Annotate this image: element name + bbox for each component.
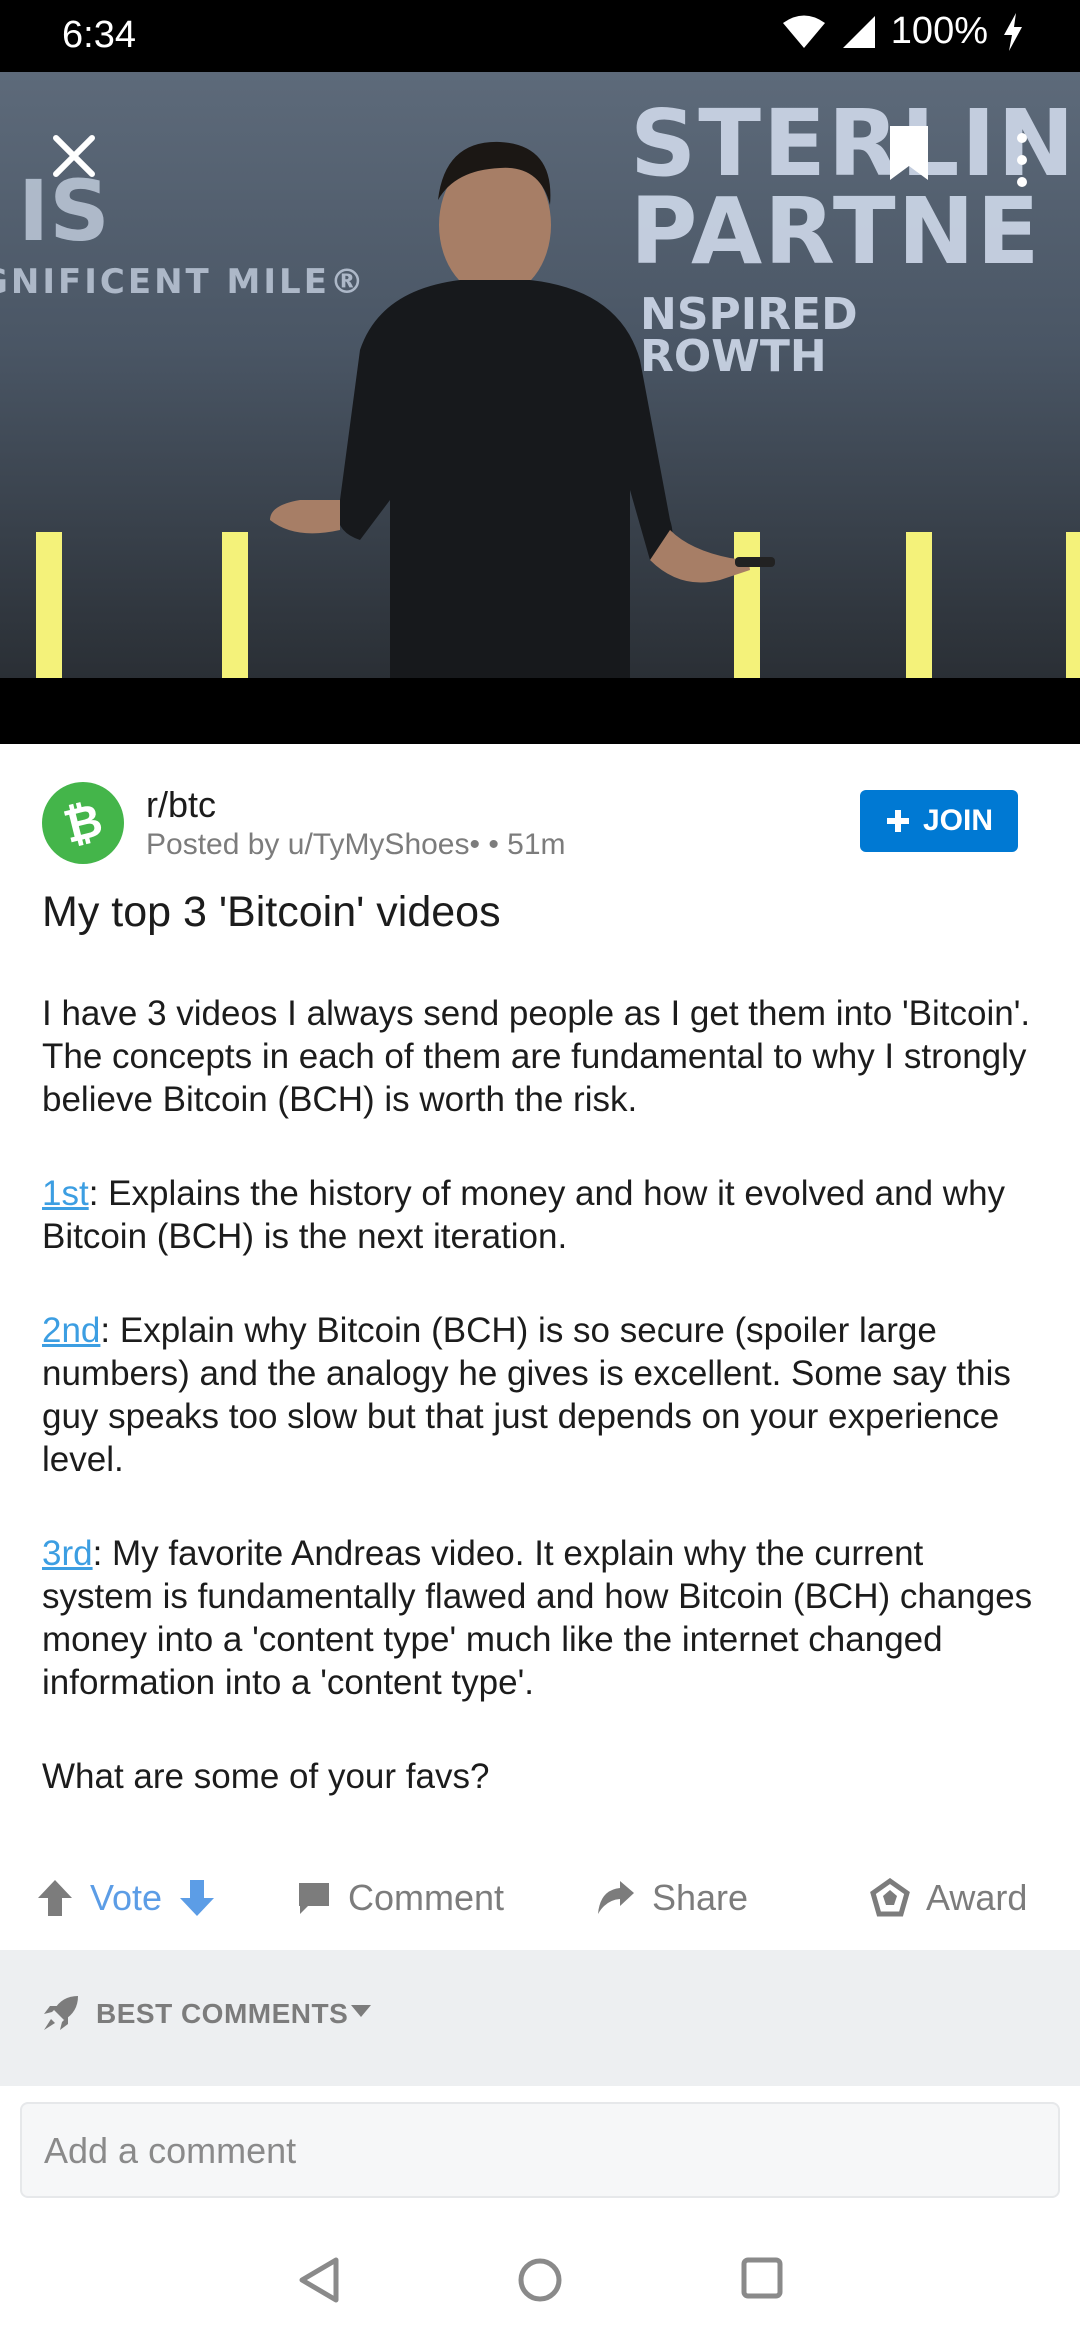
wifi-icon	[782, 15, 825, 48]
video-player[interactable]: STERLIN PARTNE NSPIRED ROWTH IS GNIFICEN…	[0, 72, 1080, 744]
post-item-1: 1st: Explains the history of money and h…	[42, 1172, 1042, 1258]
stage-light	[1066, 532, 1080, 678]
video-link-2[interactable]: 2nd	[42, 1311, 100, 1350]
add-comment-input[interactable]: Add a comment	[20, 2102, 1060, 2198]
join-button[interactable]: JOIN	[860, 790, 1018, 852]
chevron-down-icon[interactable]	[350, 2004, 372, 2018]
stage-light	[36, 532, 62, 678]
video-link-3[interactable]: 3rd	[42, 1534, 93, 1573]
sort-label[interactable]: BEST COMMENTS	[96, 1998, 348, 2030]
comment-icon	[299, 1883, 329, 1914]
comment-button[interactable]: Comment	[296, 1852, 504, 1944]
subreddit-name[interactable]: r/btc	[146, 784, 216, 826]
comment-sort-bar[interactable]: BEST COMMENTS	[0, 1950, 1080, 2086]
post-item-text: : Explains the history of money and how …	[42, 1174, 1006, 1256]
home-icon[interactable]	[516, 2256, 564, 2304]
subreddit-avatar[interactable]: ₿	[42, 782, 124, 864]
back-icon[interactable]	[296, 2256, 340, 2304]
speaker-figure	[270, 141, 775, 678]
join-label: JOIN	[922, 804, 994, 837]
recents-icon[interactable]	[740, 2256, 784, 2300]
post-title: My top 3 'Bitcoin' videos	[42, 888, 501, 936]
award-icon	[870, 1878, 910, 1917]
bitcoin-cash-icon: ₿	[58, 792, 107, 853]
bookmark-icon[interactable]	[888, 124, 930, 182]
post-meta: Posted by u/TyMyShoes• • 51m	[146, 828, 566, 861]
share-button[interactable]: Share	[596, 1852, 748, 1944]
svg-text:₿: ₿	[58, 792, 107, 853]
vote-group: Vote	[36, 1852, 216, 1944]
status-icons: 100%	[781, 10, 1024, 53]
system-nav-bar	[0, 2220, 1080, 2340]
charging-icon	[1004, 12, 1022, 51]
award-label: Award	[926, 1877, 1028, 1918]
comment-label: Comment	[348, 1877, 505, 1918]
award-button[interactable]: Award	[870, 1852, 1027, 1944]
rocket-icon	[44, 1996, 78, 2030]
share-icon	[598, 1881, 634, 1914]
post-action-bar: Vote Comment Share Award	[0, 1852, 1080, 1944]
battery-level: 100%	[890, 10, 988, 52]
cell-signal-icon	[842, 15, 875, 48]
video-link-1[interactable]: 1st	[42, 1174, 89, 1213]
post-body: I have 3 videos I always send people as …	[42, 992, 1042, 1849]
downvote-icon[interactable]	[178, 1878, 216, 1918]
close-icon[interactable]	[46, 128, 102, 184]
post-header: ₿ r/btc Posted by u/TyMyShoes• • 51m JOI…	[0, 744, 1080, 884]
vote-count: Vote	[90, 1877, 163, 1918]
post-item-3: 3rd: My favorite Andreas video. It expla…	[42, 1532, 1042, 1704]
plus-icon	[886, 810, 909, 832]
post-item-text: : Explain why Bitcoin (BCH) is so secure…	[42, 1311, 1011, 1479]
status-bar: 6:34 100%	[0, 0, 1080, 72]
post-item-text: : My favorite Andreas video. It explain …	[42, 1534, 1033, 1702]
post-closing: What are some of your favs?	[42, 1757, 490, 1796]
share-label: Share	[652, 1877, 749, 1918]
post-intro: I have 3 videos I always send people as …	[42, 994, 1031, 1119]
more-options-icon[interactable]	[1008, 128, 1036, 192]
upvote-icon[interactable]	[36, 1878, 74, 1918]
status-time: 6:34	[62, 14, 136, 56]
post-item-2: 2nd: Explain why Bitcoin (BCH) is so sec…	[42, 1309, 1042, 1481]
